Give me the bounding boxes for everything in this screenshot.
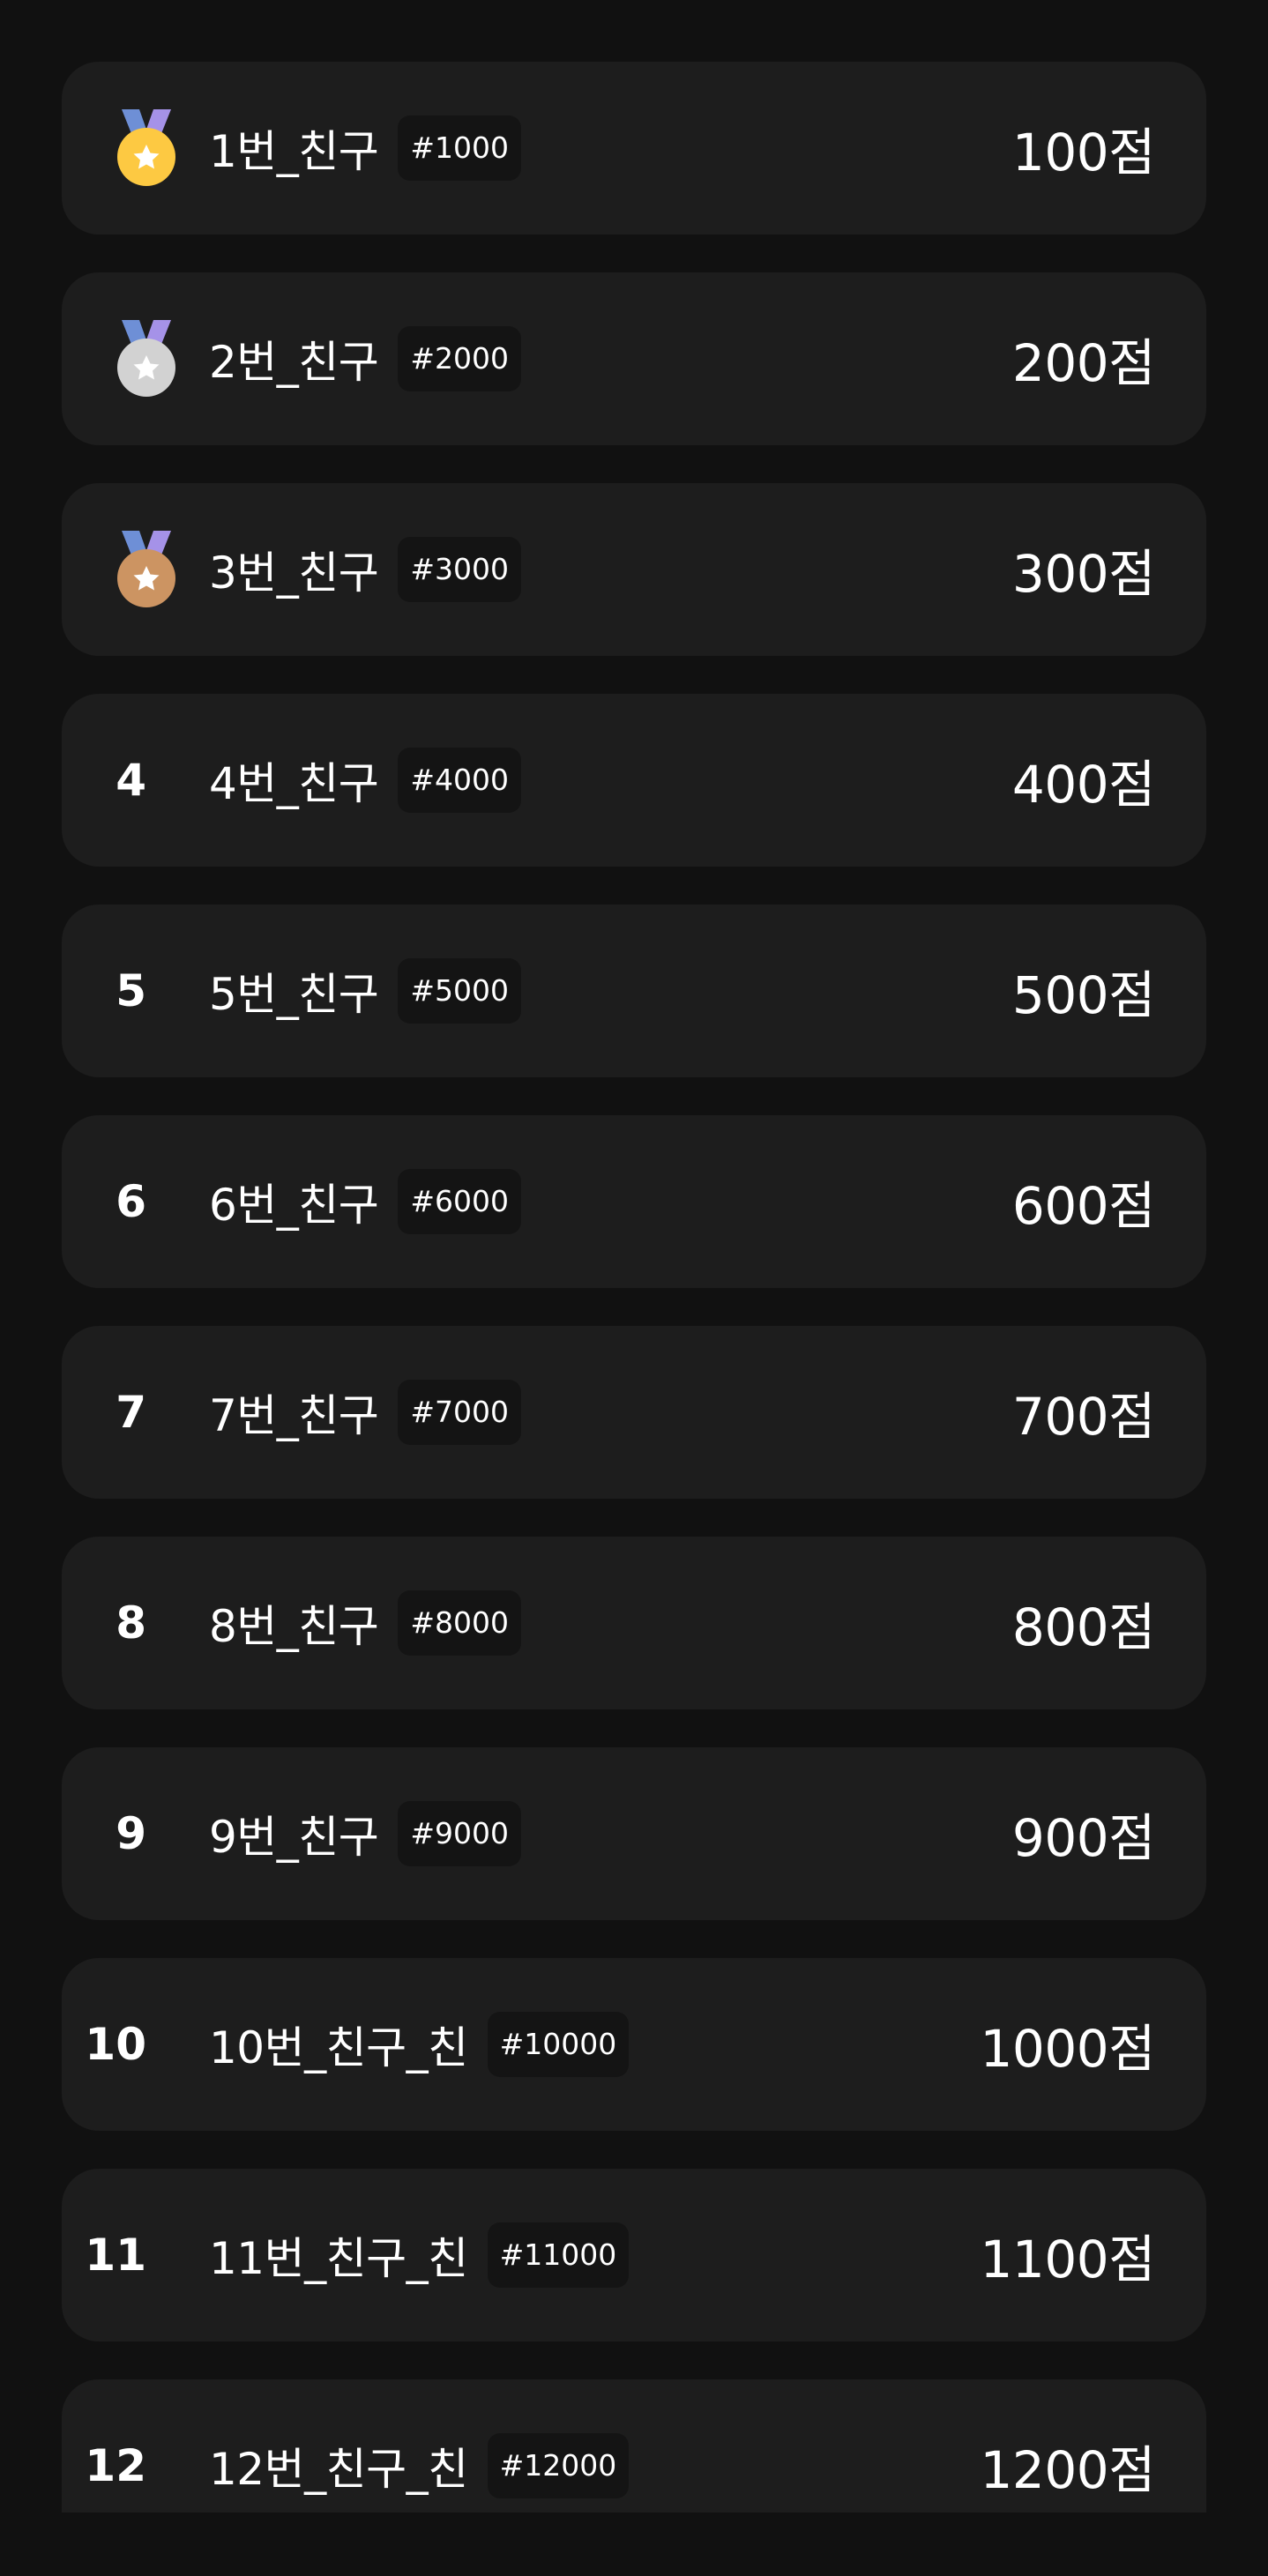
rank-number: 5 xyxy=(116,965,147,1016)
player-score: 700점 xyxy=(1011,1387,1156,1447)
player-score: 500점 xyxy=(1011,965,1156,1025)
player-score: 800점 xyxy=(1011,1597,1156,1657)
player-score: 1000점 xyxy=(980,2019,1156,2079)
leaderboard-row[interactable]: 5 5번_친구 #5000 500점 xyxy=(62,905,1206,1077)
leaderboard-row[interactable]: 12 12번_친구_친 #12000 1200점 xyxy=(62,2379,1206,2513)
rank-number: 10 xyxy=(85,2019,146,2070)
player-info: 6번_친구 #6000 xyxy=(209,1115,521,1288)
leaderboard-row[interactable]: 7 7번_친구 #7000 700점 xyxy=(62,1326,1206,1499)
leaderboard-row[interactable]: 2번_친구 #2000 200점 xyxy=(62,272,1206,445)
player-name: 1번_친구 xyxy=(209,126,379,177)
player-name: 2번_친구 xyxy=(209,337,379,388)
player-tag: #4000 xyxy=(398,748,521,813)
player-tag: #11000 xyxy=(487,2222,630,2288)
player-info: 2번_친구 #2000 xyxy=(209,272,521,445)
player-name: 7번_친구 xyxy=(209,1390,379,1441)
silver-medal-icon xyxy=(117,320,175,397)
player-name: 10번_친구_친 xyxy=(209,2022,468,2073)
player-info: 5번_친구 #5000 xyxy=(209,905,521,1077)
player-info: 12번_친구_친 #12000 xyxy=(209,2379,630,2513)
player-info: 8번_친구 #8000 xyxy=(209,1537,521,1709)
player-tag: #8000 xyxy=(398,1590,521,1656)
player-score: 900점 xyxy=(1011,1808,1156,1868)
player-score: 1200점 xyxy=(980,2440,1156,2500)
player-score: 100점 xyxy=(1011,123,1156,182)
player-tag: #5000 xyxy=(398,958,521,1024)
player-tag: #9000 xyxy=(398,1801,521,1866)
leaderboard-row[interactable]: 10 10번_친구_친 #10000 1000점 xyxy=(62,1958,1206,2131)
player-info: 9번_친구 #9000 xyxy=(209,1747,521,1920)
player-name: 5번_친구 xyxy=(209,969,379,1020)
bronze-medal-icon xyxy=(117,531,175,607)
leaderboard-row[interactable]: 4 4번_친구 #4000 400점 xyxy=(62,694,1206,867)
leaderboard-list[interactable]: 1번_친구 #1000 100점 2번_친구 #2000 200점 3번_친구 … xyxy=(0,0,1268,2513)
leaderboard-row[interactable]: 11 11번_친구_친 #11000 1100점 xyxy=(62,2169,1206,2341)
leaderboard-row[interactable]: 6 6번_친구 #6000 600점 xyxy=(62,1115,1206,1288)
rank-number: 9 xyxy=(116,1808,147,1859)
player-tag: #7000 xyxy=(398,1380,521,1445)
player-info: 1번_친구 #1000 xyxy=(209,62,521,235)
gold-medal-icon xyxy=(117,109,175,186)
player-name: 6번_친구 xyxy=(209,1180,379,1231)
player-info: 3번_친구 #3000 xyxy=(209,483,521,656)
player-score: 200점 xyxy=(1011,333,1156,393)
rank-number: 8 xyxy=(116,1597,147,1649)
player-info: 7번_친구 #7000 xyxy=(209,1326,521,1499)
player-tag: #12000 xyxy=(487,2433,630,2498)
leaderboard-row[interactable]: 3번_친구 #3000 300점 xyxy=(62,483,1206,656)
rank-number: 11 xyxy=(85,2230,146,2281)
player-score: 1100점 xyxy=(980,2230,1156,2289)
player-name: 4번_친구 xyxy=(209,758,379,809)
player-score: 400점 xyxy=(1011,755,1156,815)
rank-number: 4 xyxy=(116,755,147,806)
player-name: 12번_친구_친 xyxy=(209,2444,468,2495)
player-name: 8번_친구 xyxy=(209,1601,379,1652)
player-name: 11번_친구_친 xyxy=(209,2233,468,2284)
player-tag: #10000 xyxy=(487,2012,630,2077)
player-tag: #6000 xyxy=(398,1169,521,1234)
player-name: 9번_친구 xyxy=(209,1812,379,1863)
player-score: 300점 xyxy=(1011,544,1156,604)
player-tag: #2000 xyxy=(398,326,521,391)
rank-number: 6 xyxy=(116,1176,147,1227)
leaderboard-row[interactable]: 1번_친구 #1000 100점 xyxy=(62,62,1206,235)
player-info: 4번_친구 #4000 xyxy=(209,694,521,867)
player-tag: #1000 xyxy=(398,115,521,181)
player-score: 600점 xyxy=(1011,1176,1156,1236)
player-name: 3번_친구 xyxy=(209,547,379,599)
leaderboard-row[interactable]: 9 9번_친구 #9000 900점 xyxy=(62,1747,1206,1920)
player-info: 10번_친구_친 #10000 xyxy=(209,1958,630,2131)
leaderboard-row[interactable]: 8 8번_친구 #8000 800점 xyxy=(62,1537,1206,1709)
player-tag: #3000 xyxy=(398,537,521,602)
rank-number: 12 xyxy=(85,2440,146,2491)
rank-number: 7 xyxy=(116,1387,147,1438)
player-info: 11번_친구_친 #11000 xyxy=(209,2169,630,2341)
